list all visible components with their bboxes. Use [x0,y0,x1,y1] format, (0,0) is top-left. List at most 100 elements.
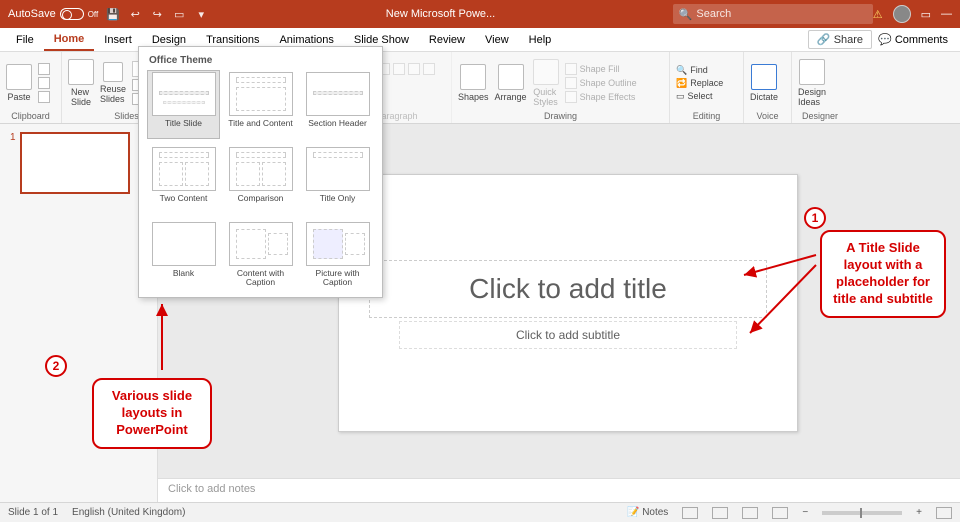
reuse-slides-button[interactable]: Reuse Slides [100,62,126,104]
layout-name: Section Header [308,119,367,137]
replace-label: Replace [690,78,723,88]
minimize-icon[interactable]: — [941,8,952,20]
tab-help[interactable]: Help [519,30,562,50]
shape-effects-button[interactable]: Shape Effects [565,91,637,103]
normal-view-icon[interactable] [682,507,698,519]
toggle-icon [60,8,84,20]
design-ideas-button[interactable]: Design Ideas [798,59,826,107]
notes-label: Notes [642,507,668,518]
layout-content-caption[interactable]: Content with Caption [224,220,297,289]
reuse-slides-label: Reuse Slides [100,84,126,104]
group-drawing: Drawing [458,110,663,121]
shapes-button[interactable]: Shapes [458,64,489,102]
layout-picture-caption[interactable]: Picture with Caption [301,220,374,289]
quick-styles-icon [533,59,559,85]
slide-thumbnail[interactable]: 1 [10,132,147,194]
slideshow-view-icon[interactable] [772,507,788,519]
group-designer: Designer [798,110,842,121]
layout-title-content[interactable]: Title and Content [224,70,297,139]
cut-icon[interactable] [38,63,50,75]
qat-more-icon[interactable]: ▾ [194,7,208,21]
replace-icon: 🔁 [676,78,687,89]
format-painter-icon[interactable] [38,91,50,103]
layout-name: Content with Caption [226,269,295,287]
copy-icon[interactable] [38,77,50,89]
select-icon: ▭ [676,91,685,102]
dictate-button[interactable]: Dictate [750,64,778,102]
notes-pane[interactable]: Click to add notes [158,478,960,502]
warning-icon[interactable]: ⚠ [873,8,883,21]
paste-button[interactable]: Paste [6,64,32,102]
layout-thumb-icon [306,72,370,116]
reuse-slides-icon [103,62,123,82]
save-icon[interactable]: 💾 [106,7,120,21]
design-ideas-icon [799,59,825,85]
paste-label: Paste [7,92,30,102]
search-icon: 🔍 [679,8,693,21]
subtitle-placeholder[interactable]: Click to add subtitle [399,321,737,349]
undo-icon[interactable]: ↩ [128,7,142,21]
indent-inc-icon[interactable] [393,63,405,75]
start-slideshow-icon[interactable]: ▭ [172,7,186,21]
shapes-label: Shapes [458,92,489,102]
thumb-number: 1 [10,132,16,194]
layout-thumb-icon [229,222,293,266]
layout-title-slide[interactable]: Title Slide [147,70,220,139]
arrange-icon [498,64,524,90]
align-center-icon[interactable] [423,63,435,75]
new-slide-button[interactable]: New Slide [68,59,94,107]
tab-home[interactable]: Home [44,29,95,51]
title-placeholder[interactable]: Click to add title [369,260,767,318]
find-button[interactable]: 🔍Find [676,65,723,76]
tab-insert[interactable]: Insert [94,30,142,50]
zoom-in-icon[interactable]: + [916,507,922,518]
arrange-button[interactable]: Arrange [495,64,527,102]
layout-two-content[interactable]: Two Content [147,145,220,214]
layout-thumb-icon [152,222,216,266]
layout-name: Two Content [160,194,208,212]
status-bar: Slide 1 of 1 English (United Kingdom) 📝 … [0,502,960,522]
align-left-icon[interactable] [408,63,420,75]
autosave-toggle[interactable]: AutoSave Off [8,8,98,20]
layout-title-only[interactable]: Title Only [301,145,374,214]
callout-2: Various slide layouts in PowerPoint [92,378,212,449]
zoom-slider[interactable] [822,511,902,515]
shape-fill-button[interactable]: Shape Fill [565,63,637,75]
layout-name: Title Slide [165,119,202,137]
quick-styles-button[interactable]: Quick Styles [533,59,559,107]
callout-1: A Title Slide layout with a placeholder … [820,230,946,318]
shape-outline-button[interactable]: Shape Outline [565,77,637,89]
select-button[interactable]: ▭Select [676,91,723,102]
comments-label: Comments [895,34,948,46]
notes-button[interactable]: 📝 Notes [627,507,668,518]
ribbon-display-icon[interactable]: ▭ [921,8,931,21]
autosave-label: AutoSave [8,8,56,20]
reading-view-icon[interactable] [742,507,758,519]
design-ideas-label: Design Ideas [798,87,826,107]
autosave-state: Off [88,10,99,19]
tab-review[interactable]: Review [419,30,475,50]
title-bar: AutoSave Off 💾 ↩ ↪ ▭ ▾ New Microsoft Pow… [0,0,960,28]
layout-section-header[interactable]: Section Header [301,70,374,139]
tab-file[interactable]: File [6,30,44,50]
search-placeholder: Search [696,8,731,20]
comments-button[interactable]: 💬 Comments [872,31,954,48]
status-lang[interactable]: English (United Kingdom) [72,507,185,518]
user-avatar[interactable] [893,5,911,23]
sorter-view-icon[interactable] [712,507,728,519]
layout-comparison[interactable]: Comparison [224,145,297,214]
find-icon: 🔍 [676,65,687,76]
fit-window-icon[interactable] [936,507,952,519]
zoom-out-icon[interactable]: − [802,507,808,518]
share-button[interactable]: 🔗 Share [808,30,872,49]
search-box[interactable]: 🔍 Search [673,4,873,24]
select-label: Select [688,91,713,101]
layout-thumb-icon [229,72,293,116]
layout-blank[interactable]: Blank [147,220,220,289]
dictate-label: Dictate [750,92,778,102]
redo-icon[interactable]: ↪ [150,7,164,21]
group-editing: Editing [676,110,737,121]
tab-view[interactable]: View [475,30,519,50]
replace-button[interactable]: 🔁Replace [676,78,723,89]
slide[interactable]: Click to add title Click to add subtitle [338,174,798,432]
